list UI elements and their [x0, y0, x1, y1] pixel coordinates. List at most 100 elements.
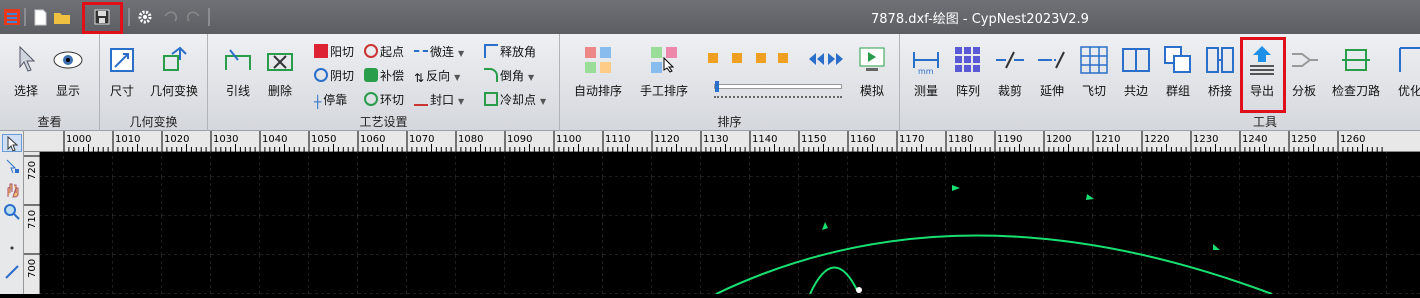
micro-joint-button[interactable]: 微连 ▼ — [414, 42, 464, 62]
array-button[interactable]: 阵列 — [950, 44, 986, 99]
check-path-icon — [1340, 44, 1372, 76]
fly-cut-button[interactable]: 飞切 — [1076, 44, 1112, 99]
group-process: 引线 删除 阳切 起点 微连 ▼ 释放角 阴切 补偿 ⇅ 反向 ▼ 倒角 ▼ ┼ 停靠 环… — [208, 34, 560, 131]
start-point-marker — [856, 287, 862, 293]
ruler-tick-label: 1080 — [458, 134, 483, 145]
common-edge-button[interactable]: 共边 — [1118, 44, 1154, 99]
ruler-tick-label: 1160 — [850, 134, 875, 145]
split-icon — [1288, 44, 1320, 76]
ruler-tick-label: 1070 — [409, 134, 434, 145]
display-button[interactable]: 显示 — [48, 44, 88, 99]
line-tool-icon[interactable] — [3, 263, 21, 281]
lead-button[interactable]: 引线 — [218, 44, 258, 99]
reverse-button[interactable]: ⇅ 反向 ▼ — [414, 66, 460, 86]
auto-sort-button[interactable]: 自动排序 — [568, 44, 628, 99]
group-icon — [1162, 44, 1194, 76]
lead-label: 引线 — [225, 84, 250, 98]
compensation-button[interactable]: 补偿 — [364, 66, 404, 86]
sort-progress-slider[interactable] — [714, 81, 842, 92]
ruler-tick-label: 1000 — [66, 134, 91, 145]
trim-icon — [994, 44, 1026, 76]
ruler-tick-label: 1200 — [1046, 134, 1071, 145]
ruler-tick-label: 1010 — [115, 134, 140, 145]
ring-cut-label: 环切 — [380, 93, 405, 107]
export-highlight-box — [1240, 37, 1286, 113]
ruler-tick-label: 1090 — [507, 134, 532, 145]
ruler-tick-label: 1060 — [360, 134, 385, 145]
manual-sort-label: 手工排序 — [639, 84, 688, 98]
start-point-button[interactable]: 起点 — [364, 42, 404, 62]
bridge-icon — [1204, 44, 1236, 76]
ruler-tick-label: 1230 — [1193, 134, 1218, 145]
ring-cut-button[interactable]: 环切 — [364, 90, 404, 110]
micro-joint-label: 微连 — [430, 45, 455, 59]
measure-icon: mm — [910, 44, 942, 76]
geo-transform-button[interactable]: 几何变换 — [146, 44, 202, 99]
ruler-tick-label: 1030 — [213, 134, 238, 145]
yin-cut-button[interactable]: 阴切 — [314, 66, 354, 86]
stop-rib-button[interactable]: ┼ 停靠 — [314, 90, 347, 110]
cursor-arrow-icon — [10, 44, 42, 76]
common-edge-label: 共边 — [1123, 84, 1148, 98]
check-path-button[interactable]: 检查刀路 — [1326, 44, 1386, 99]
pointer-tool-icon[interactable] — [2, 134, 22, 152]
group-geometry-label: 几何变换 — [129, 115, 178, 129]
ribbon: 选择 显示 查看 尺寸 几何变换 几何变换 引线 删除 阳切 起点 微连 ▼ 释… — [0, 34, 1420, 131]
drawing-canvas[interactable] — [40, 152, 1420, 295]
start-point-label: 起点 — [380, 45, 405, 59]
ruler-tick-label: 1140 — [752, 134, 777, 145]
zoom-icon[interactable] — [3, 203, 21, 221]
manual-sort-button[interactable]: 手工排序 — [634, 44, 694, 99]
reverse-label: 反向 — [426, 69, 451, 83]
delete-lead-icon — [264, 44, 296, 76]
compensation-label: 补偿 — [380, 69, 405, 83]
cooling-point-button[interactable]: 冷却点 ▼ — [484, 90, 546, 110]
reverse-arrows-icon: ⇅ — [414, 71, 425, 85]
group-button[interactable]: 群组 — [1160, 44, 1196, 99]
hand-pan-icon[interactable] — [3, 181, 21, 199]
measure-button[interactable]: mm 测量 — [908, 44, 944, 99]
seal-label: 封口 — [430, 93, 455, 107]
trim-label: 裁剪 — [997, 84, 1022, 98]
point-tool-icon[interactable] — [3, 239, 21, 257]
ruler-tick-label: 1020 — [164, 134, 189, 145]
group-sort: 自动排序 手工排序 模拟 排序 — [560, 34, 900, 131]
split-button[interactable]: 分板 — [1286, 44, 1322, 99]
group-label: 群组 — [1165, 84, 1190, 98]
ruler-tick-label: 1190 — [997, 134, 1022, 145]
ruler-tick-label: 1250 — [1291, 134, 1316, 145]
optimize-label: 优化 — [1397, 84, 1420, 98]
slider-thumb[interactable] — [715, 81, 719, 92]
bridge-button[interactable]: 桥接 — [1202, 44, 1238, 99]
auto-sort-label: 自动排序 — [573, 84, 622, 98]
release-angle-button[interactable]: 释放角 — [484, 42, 536, 62]
size-icon — [106, 44, 138, 76]
chamfer-button[interactable]: 倒角 ▼ — [484, 66, 534, 86]
select-button[interactable]: 选择 — [6, 44, 46, 99]
trim-button[interactable]: 裁剪 — [992, 44, 1028, 99]
delete-button[interactable]: 删除 — [260, 44, 300, 99]
yang-cut-button[interactable]: 阳切 — [314, 42, 354, 62]
yin-cut-label: 阴切 — [330, 69, 355, 83]
lead-line-icon — [222, 44, 254, 76]
geo-transform-label: 几何变换 — [149, 84, 198, 98]
fly-cut-label: 飞切 — [1081, 84, 1106, 98]
group-geometry: 尺寸 几何变换 几何变换 — [100, 34, 208, 131]
extend-button[interactable]: 延伸 — [1034, 44, 1070, 99]
simulate-icon — [856, 44, 888, 76]
size-label: 尺寸 — [109, 84, 134, 98]
ruler-tick-label: 700 — [27, 259, 38, 278]
extend-icon — [1036, 44, 1068, 76]
optimize-button[interactable]: 优化 — [1390, 44, 1420, 99]
yang-cut-label: 阳切 — [330, 45, 355, 59]
manual-sort-icon — [648, 44, 680, 76]
size-button[interactable]: 尺寸 — [104, 44, 140, 99]
seal-button[interactable]: 封口 ▼ — [414, 90, 464, 110]
ruler-tick-label: 1180 — [948, 134, 973, 145]
ruler-tick-label: 1240 — [1242, 134, 1267, 145]
simulate-button[interactable]: 模拟 — [854, 44, 890, 99]
slider-ticks — [714, 96, 842, 100]
ruler-tick-label: 1130 — [703, 134, 728, 145]
node-edit-icon[interactable] — [3, 157, 21, 175]
sort-nav-icons — [706, 50, 846, 68]
